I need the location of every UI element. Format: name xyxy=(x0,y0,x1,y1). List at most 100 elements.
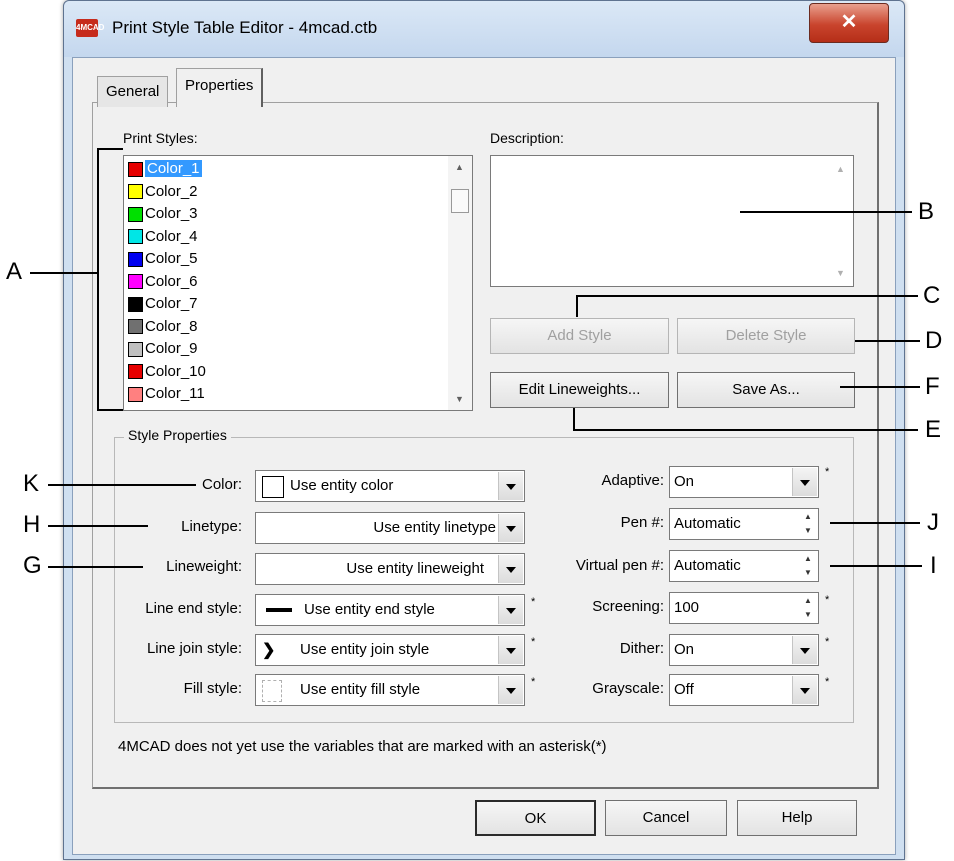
line-end-style-select[interactable]: Use entity end style xyxy=(255,594,525,626)
callout-line xyxy=(48,525,148,527)
tab-general[interactable]: General xyxy=(97,76,169,107)
ok-button[interactable]: OK xyxy=(475,800,596,836)
list-item[interactable]: Color_2 xyxy=(128,181,198,203)
callout-line xyxy=(573,429,918,431)
color-swatch-icon xyxy=(128,296,143,312)
line-end-style-label: Line end style: xyxy=(145,600,242,617)
spin-up-icon[interactable]: ▲ xyxy=(799,510,817,524)
list-item[interactable]: Color_5 xyxy=(128,248,198,270)
color-swatch-icon xyxy=(128,274,143,290)
scroll-thumb[interactable] xyxy=(451,189,469,213)
grayscale-select[interactable]: Off xyxy=(669,674,819,706)
fill-style-value: Use entity fill style xyxy=(300,681,421,698)
list-item[interactable]: Color_8 xyxy=(128,316,198,338)
callout-c: C xyxy=(923,282,941,309)
list-item[interactable]: Color_9 xyxy=(128,338,198,360)
list-item-label: Color_5 xyxy=(145,250,198,267)
chevron-down-icon[interactable] xyxy=(498,514,523,542)
pen-number-spinner[interactable]: Automatic ▲ ▼ xyxy=(669,508,819,540)
spin-down-icon[interactable]: ▼ xyxy=(799,524,817,538)
save-as-button[interactable]: Save As... xyxy=(677,372,855,408)
color-swatch-icon xyxy=(128,229,143,245)
chevron-down-icon[interactable] xyxy=(498,596,523,624)
list-item-label: Color_9 xyxy=(145,340,198,357)
adaptive-select[interactable]: On xyxy=(669,466,819,498)
list-item-label: Color_8 xyxy=(145,317,198,335)
scroll-up-icon[interactable]: ▲ xyxy=(455,162,464,172)
list-item[interactable]: Color_6 xyxy=(128,271,198,293)
chevron-down-icon[interactable] xyxy=(792,468,817,496)
asterisk-marker: * xyxy=(825,466,830,478)
pen-number-label: Pen #: xyxy=(620,514,664,531)
chevron-down-icon[interactable] xyxy=(792,636,817,664)
asterisk-footnote: 4MCAD does not yet use the variables tha… xyxy=(118,738,607,755)
description-textarea[interactable]: ▲ ▼ xyxy=(490,155,854,287)
list-item[interactable]: Color_3 xyxy=(128,203,198,225)
chevron-down-icon[interactable] xyxy=(498,636,523,664)
line-end-style-value: Use entity end style xyxy=(304,601,435,618)
title-bar[interactable]: 4MCAD Print Style Table Editor - 4mcad.c… xyxy=(64,1,904,57)
callout-line xyxy=(573,408,575,430)
print-styles-label: Print Styles: xyxy=(123,130,198,146)
adaptive-value: On xyxy=(674,473,695,490)
scroll-down-icon[interactable]: ▼ xyxy=(455,394,464,404)
list-item[interactable]: Color_4 xyxy=(128,226,198,248)
description-scrollbar[interactable]: ▲ ▼ xyxy=(829,156,853,286)
chevron-down-icon[interactable] xyxy=(498,676,523,704)
spin-up-icon[interactable]: ▲ xyxy=(799,552,817,566)
spinner-control[interactable]: ▲ ▼ xyxy=(799,510,817,538)
list-item[interactable]: Color_11 xyxy=(128,383,205,405)
cancel-button[interactable]: Cancel xyxy=(605,800,727,836)
lineweight-label: Lineweight: xyxy=(166,558,242,575)
print-styles-list[interactable]: Color_1 Color_2 Color_3 Color_4 Color_5 Color… xyxy=(123,155,473,411)
chevron-down-icon[interactable] xyxy=(498,555,523,583)
linetype-select[interactable]: Use entity linetype xyxy=(255,512,525,544)
chevron-down-icon[interactable] xyxy=(792,676,817,704)
fill-style-select[interactable]: Use entity fill style xyxy=(255,674,525,706)
virtual-pen-label: Virtual pen #: xyxy=(575,557,664,574)
adaptive-label: Adaptive: xyxy=(601,472,664,489)
app-logo-icon: 4MCAD xyxy=(76,19,104,37)
scroll-down-icon[interactable]: ▼ xyxy=(836,268,845,278)
delete-style-button[interactable]: Delete Style xyxy=(677,318,855,354)
screening-spinner[interactable]: 100 ▲ ▼ xyxy=(669,592,819,624)
list-scrollbar[interactable]: ▲ ▼ xyxy=(448,156,472,410)
list-item-label: Color_4 xyxy=(145,227,198,245)
list-item-label: Color_1 xyxy=(145,160,202,177)
tab-properties[interactable]: Properties xyxy=(176,68,264,107)
asterisk-marker: * xyxy=(531,676,536,688)
line-join-style-select[interactable]: ❯ Use entity join style xyxy=(255,634,525,666)
color-swatch-icon xyxy=(128,319,143,335)
color-select[interactable]: Use entity color xyxy=(255,470,525,502)
spin-down-icon[interactable]: ▼ xyxy=(799,566,817,580)
virtual-pen-spinner[interactable]: Automatic ▲ ▼ xyxy=(669,550,819,582)
color-swatch-icon xyxy=(128,184,143,200)
lineweight-select[interactable]: Use entity lineweight xyxy=(255,553,525,585)
callout-k: K xyxy=(23,470,40,497)
spinner-control[interactable]: ▲ ▼ xyxy=(799,552,817,580)
color-swatch-icon xyxy=(128,206,143,222)
callout-h: H xyxy=(23,511,41,538)
list-item[interactable]: Color_10 xyxy=(128,361,206,383)
color-swatch-icon xyxy=(262,476,284,498)
list-item[interactable]: Color_1 xyxy=(128,158,202,180)
color-swatch-icon xyxy=(128,386,143,402)
scroll-up-icon[interactable]: ▲ xyxy=(836,164,845,174)
chevron-down-icon[interactable] xyxy=(498,472,523,500)
help-button[interactable]: Help xyxy=(737,800,857,836)
edit-lineweights-button[interactable]: Edit Lineweights... xyxy=(490,372,669,408)
list-item[interactable]: Color_7 xyxy=(128,293,198,315)
callout-line xyxy=(576,295,578,317)
close-button[interactable]: ✕ xyxy=(809,3,889,43)
callout-d: D xyxy=(925,327,943,354)
grayscale-label: Grayscale: xyxy=(592,680,664,697)
screening-label: Screening: xyxy=(592,598,664,615)
callout-line xyxy=(840,386,920,388)
spin-up-icon[interactable]: ▲ xyxy=(799,594,817,608)
dither-select[interactable]: On xyxy=(669,634,819,666)
spin-down-icon[interactable]: ▼ xyxy=(799,608,817,622)
spinner-control[interactable]: ▲ ▼ xyxy=(799,594,817,622)
dither-label: Dither: xyxy=(619,640,664,657)
add-style-button[interactable]: Add Style xyxy=(490,318,669,354)
linetype-label: Linetype: xyxy=(181,518,242,535)
